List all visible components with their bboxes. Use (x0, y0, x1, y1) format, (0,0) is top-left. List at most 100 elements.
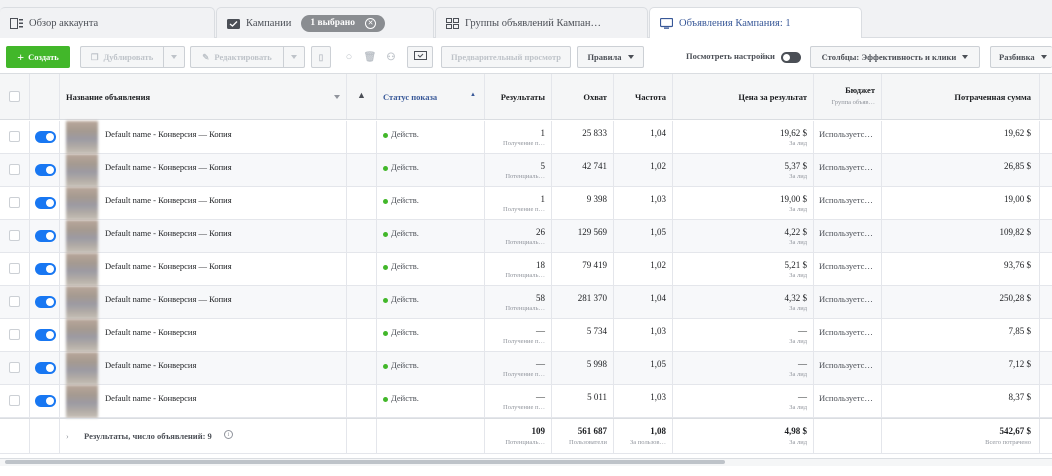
create-button[interactable]: + Создать (6, 46, 70, 68)
tab-ads[interactable]: Объявления Кампания: 1 (649, 7, 862, 39)
ad-name-link[interactable]: Default name - Конверсия — Копия (105, 261, 232, 271)
totals-toggle-cell (30, 419, 60, 453)
table-row[interactable]: Default name - Конверсия Действ. — Получ… (0, 352, 1052, 385)
preview-button[interactable]: Предварительный просмотр (441, 46, 571, 68)
sort-ascending-icon[interactable]: ▲ (470, 92, 476, 98)
row-name-cell[interactable]: Default name - Конверсия — Копия (60, 154, 347, 187)
ad-name-link[interactable]: Default name - Конверсия — Копия (105, 162, 232, 172)
ad-name-link[interactable]: Default name - Конверсия (105, 393, 196, 403)
delivery-status-label: Действ. (391, 195, 419, 205)
ad-active-toggle[interactable] (35, 230, 56, 242)
ad-name-link[interactable]: Default name - Конверсия — Копия (105, 129, 232, 139)
table-row[interactable]: Default name - Конверсия — Копия Действ.… (0, 187, 1052, 220)
header-reach-cell[interactable]: Охват (552, 74, 614, 119)
row-checkbox[interactable] (9, 164, 20, 175)
totals-status-cell (377, 419, 485, 453)
duplicate-button[interactable]: ❐ Дублировать (80, 46, 163, 68)
header-name-cell[interactable]: Название объявления (60, 74, 347, 119)
table-row[interactable]: Default name - Конверсия Действ. — Получ… (0, 385, 1052, 418)
ad-thumbnail (66, 253, 98, 286)
header-frequency-cell[interactable]: Частота (614, 74, 673, 119)
row-name-cell[interactable]: Default name - Конверсия — Копия (60, 187, 347, 220)
toggle-switch-icon[interactable] (781, 51, 802, 63)
duplicate-dropdown[interactable] (163, 46, 185, 68)
row-checkbox[interactable] (9, 263, 20, 274)
reach-value: 79 419 (582, 260, 607, 270)
row-name-cell[interactable]: Default name - Конверсия — Копия (60, 286, 347, 319)
row-name-cell[interactable]: Default name - Конверсия (60, 319, 347, 352)
ad-active-toggle[interactable] (35, 395, 56, 407)
header-results-cell[interactable]: Результаты (485, 74, 552, 119)
row-checkbox[interactable] (9, 131, 20, 142)
table-row[interactable]: Default name - Конверсия — Копия Действ.… (0, 286, 1052, 319)
clear-selection-icon[interactable]: ✕ (365, 17, 376, 29)
ad-name-link[interactable]: Default name - Конверсия — Копия (105, 195, 232, 205)
rules-button[interactable]: Правила (577, 46, 644, 68)
row-warning-cell (347, 187, 377, 219)
table-row[interactable]: Default name - Конверсия — Копия Действ.… (0, 253, 1052, 286)
delivery-status-label: Действ. (391, 360, 419, 370)
row-cost-cell: 19,62 $ За лид (673, 121, 814, 153)
row-name-cell[interactable]: Default name - Конверсия (60, 385, 347, 418)
info-icon[interactable]: i (224, 430, 233, 439)
table-row[interactable]: Default name - Конверсия Действ. — Получ… (0, 319, 1052, 352)
row-name-cell[interactable]: Default name - Конверсия — Копия (60, 253, 347, 286)
header-spent-cell[interactable]: Потраченная сумма (882, 74, 1040, 119)
row-name-cell[interactable]: Default name - Конверсия — Копия (60, 220, 347, 253)
ad-name-link[interactable]: Default name - Конверсия (105, 360, 196, 370)
duplicate-label: Дублировать (103, 52, 154, 62)
horizontal-scrollbar-thumb[interactable] (5, 460, 725, 464)
ab-test-button[interactable]: ▯ (311, 46, 331, 68)
ad-active-toggle[interactable] (35, 197, 56, 209)
view-settings-toggle[interactable]: Посмотреть настройки (686, 51, 802, 63)
table-row[interactable]: Default name - Конверсия — Копия Действ.… (0, 220, 1052, 253)
ad-name-link[interactable]: Default name - Конверсия — Копия (105, 228, 232, 238)
ad-active-toggle[interactable] (35, 263, 56, 275)
row-status-cell: Действ. (377, 352, 485, 384)
ad-active-toggle[interactable] (35, 296, 56, 308)
row-checkbox[interactable] (9, 395, 20, 406)
row-name-cell[interactable]: Default name - Конверсия (60, 352, 347, 385)
table-row[interactable]: Default name - Конверсия — Копия Действ.… (0, 154, 1052, 187)
row-checkbox[interactable] (9, 197, 20, 208)
row-checkbox[interactable] (9, 296, 20, 307)
ad-active-toggle[interactable] (35, 131, 56, 143)
edit-dropdown[interactable] (283, 46, 305, 68)
header-warning-cell[interactable]: ▲ (347, 74, 377, 119)
tab-adsets[interactable]: Группы объявлений Кампан… (435, 7, 648, 38)
cost-type: За лид (789, 272, 807, 279)
row-status-cell: Действ. (377, 154, 485, 186)
columns-dropdown[interactable]: Столбцы: Эффективность и клики (810, 46, 980, 68)
chevron-down-icon[interactable] (334, 95, 340, 99)
spent-value: 109,82 $ (999, 227, 1032, 237)
tab-campaigns[interactable]: Кампании 1 выбрано ✕ (216, 7, 434, 38)
preview-mode-button[interactable] (407, 46, 433, 68)
breakdown-dropdown[interactable]: Разбивка (990, 46, 1052, 68)
tab-account-overview[interactable]: Обзор аккаунта (0, 7, 215, 38)
cost-type: За лид (789, 173, 807, 180)
table-row[interactable]: Default name - Конверсия — Копия Действ.… (0, 121, 1052, 154)
delete-button[interactable]: 🗑 (360, 46, 380, 68)
column-status-label: Статус показа (383, 92, 438, 102)
archive-button[interactable]: ○ (339, 46, 359, 68)
header-status-cell[interactable]: Статус показа ▲ (377, 74, 485, 119)
ad-name-link[interactable]: Default name - Конверсия — Копия (105, 294, 232, 304)
row-checkbox[interactable] (9, 230, 20, 241)
row-name-cell[interactable]: Default name - Конверсия — Копия (60, 121, 347, 154)
header-budget-cell[interactable]: Бюджет Группа объяв… (814, 74, 882, 119)
row-checkbox[interactable] (9, 362, 20, 373)
row-checkbox[interactable] (9, 329, 20, 340)
ad-active-toggle[interactable] (35, 329, 56, 341)
ad-name-link[interactable]: Default name - Конверсия (105, 327, 196, 337)
column-budget-sublabel: Группа объяв… (831, 99, 875, 106)
ad-active-toggle[interactable] (35, 164, 56, 176)
select-all-checkbox[interactable] (9, 91, 20, 102)
header-cost-cell[interactable]: Цена за результат (673, 74, 814, 119)
row-budget-cell: Используетс… (814, 220, 882, 252)
chevron-right-icon[interactable]: › (66, 432, 69, 441)
ad-active-toggle[interactable] (35, 362, 56, 374)
totals-label-cell[interactable]: › Результаты, число объявлений: 9 i (60, 419, 347, 453)
edit-button[interactable]: ✎ Редактировать (190, 46, 283, 68)
selected-count-pill[interactable]: 1 выбрано ✕ (301, 14, 385, 32)
audience-button[interactable]: ⚇ (381, 46, 401, 68)
